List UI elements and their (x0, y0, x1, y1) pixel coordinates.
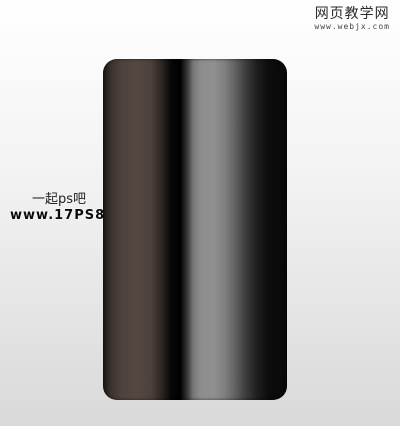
site-url-text: www.webjx.com (314, 22, 390, 31)
metal-cylinder-shape (103, 59, 287, 400)
watermark-top: 网页教学网 www.webjx.com (314, 6, 390, 32)
site-name-text: 网页教学网 (314, 6, 390, 22)
